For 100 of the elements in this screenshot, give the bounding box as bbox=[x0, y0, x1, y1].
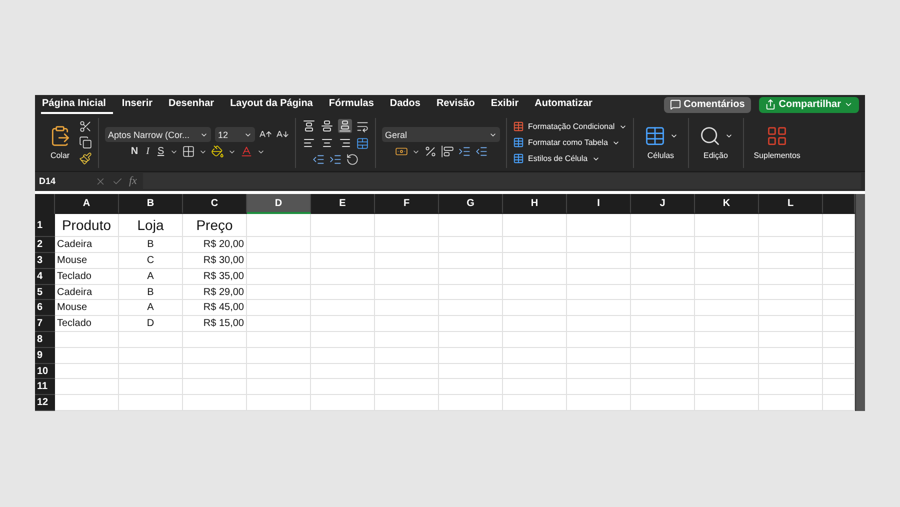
paintbrush-icon[interactable] bbox=[79, 152, 92, 166]
table-cell bbox=[119, 348, 183, 364]
row-header[interactable]: 9 bbox=[35, 348, 55, 364]
align-button[interactable] bbox=[338, 119, 352, 134]
number-format-field[interactable]: Geral bbox=[382, 127, 500, 142]
table-cell bbox=[311, 284, 375, 300]
confirm-icon[interactable] bbox=[112, 176, 123, 187]
table-cell bbox=[503, 284, 567, 300]
ribbon-tab[interactable]: Fórmulas bbox=[328, 95, 381, 114]
table-cell bbox=[759, 214, 823, 238]
borders-icon[interactable] bbox=[182, 145, 196, 158]
font-name-field[interactable]: Aptos Narrow (Cor... bbox=[105, 127, 211, 142]
column-header[interactable]: G bbox=[439, 194, 503, 214]
ribbon-tab[interactable]: Revisão bbox=[435, 95, 482, 114]
row-header[interactable]: 10 bbox=[35, 364, 55, 380]
table-cell bbox=[759, 300, 823, 316]
table-cell bbox=[247, 348, 311, 364]
ribbon-tab[interactable]: Dados bbox=[388, 95, 428, 114]
styles-menu-item[interactable]: Formatar como Tabela bbox=[513, 135, 620, 150]
decrease-decimal-icon[interactable] bbox=[474, 145, 488, 158]
row-header[interactable]: 3 bbox=[35, 253, 55, 269]
table-cell bbox=[119, 332, 183, 348]
font-color-icon[interactable] bbox=[240, 145, 254, 158]
table-cell bbox=[183, 379, 247, 396]
scroll-bar[interactable] bbox=[855, 194, 865, 411]
row-header[interactable]: 8 bbox=[35, 332, 55, 348]
table-cell: A bbox=[119, 268, 183, 285]
column-header[interactable] bbox=[823, 194, 855, 214]
add-ins-button[interactable]: Suplementos bbox=[750, 125, 804, 160]
table-cell bbox=[55, 395, 119, 411]
name-box[interactable]: D14 bbox=[39, 176, 89, 186]
row-header[interactable]: 12 bbox=[35, 395, 55, 411]
scissors-icon[interactable] bbox=[79, 120, 92, 134]
table-cell bbox=[631, 214, 695, 238]
paste-button[interactable]: Colar bbox=[45, 125, 75, 160]
cells-icon bbox=[644, 125, 666, 148]
table-cell bbox=[503, 268, 567, 285]
ribbon-tab[interactable]: Desenhar bbox=[168, 95, 222, 114]
cancel-icon[interactable] bbox=[95, 176, 106, 187]
table-cell bbox=[567, 237, 631, 254]
italic-button[interactable]: I bbox=[144, 146, 152, 158]
orientation-icon[interactable] bbox=[346, 153, 359, 166]
table-cell bbox=[119, 379, 183, 396]
row-header[interactable]: 6 bbox=[35, 300, 55, 316]
table-cell bbox=[375, 332, 439, 348]
row-header[interactable]: 4 bbox=[35, 268, 55, 285]
table-cell bbox=[375, 253, 439, 269]
table-cell bbox=[247, 237, 311, 254]
indent-increase-icon[interactable] bbox=[329, 153, 342, 166]
bold-button[interactable]: N bbox=[128, 146, 140, 158]
table-cell bbox=[567, 395, 631, 411]
column-header[interactable]: B bbox=[119, 194, 183, 214]
table-cell bbox=[247, 300, 311, 316]
formula-input[interactable] bbox=[142, 173, 861, 190]
ribbon-tab[interactable]: Automatizar bbox=[534, 95, 600, 114]
percent-icon[interactable] bbox=[424, 145, 436, 158]
ribbon-tab[interactable]: Exibir bbox=[490, 95, 526, 114]
table-cell bbox=[823, 379, 855, 396]
comments-button[interactable]: Comentários bbox=[664, 96, 751, 113]
clipboard-icon bbox=[49, 125, 71, 148]
column-header[interactable]: D bbox=[247, 194, 311, 214]
column-header[interactable]: F bbox=[375, 194, 439, 214]
table-cell bbox=[55, 332, 119, 348]
ribbon-tab[interactable]: Layout da Página bbox=[229, 95, 320, 114]
editing-button[interactable]: Edição bbox=[694, 125, 737, 160]
table-cell bbox=[823, 332, 855, 348]
increase-decimal-icon[interactable] bbox=[458, 145, 470, 158]
column-header[interactable]: L bbox=[759, 194, 823, 214]
indent-decrease-icon[interactable] bbox=[312, 153, 325, 166]
table-cell bbox=[311, 316, 375, 332]
row-header[interactable]: 2 bbox=[35, 237, 55, 254]
column-header[interactable]: H bbox=[503, 194, 567, 214]
copy-icon[interactable] bbox=[79, 136, 92, 150]
wrap-text-icon[interactable] bbox=[356, 120, 369, 133]
table-cell bbox=[695, 214, 759, 238]
grid-icon bbox=[766, 125, 788, 148]
column-header[interactable]: E bbox=[311, 194, 375, 214]
row-header[interactable]: 7 bbox=[35, 316, 55, 332]
function-label[interactable]: fx bbox=[129, 175, 137, 188]
row-header[interactable]: 1 bbox=[35, 214, 55, 238]
underline-button[interactable]: S bbox=[155, 146, 166, 158]
row-header[interactable]: 5 bbox=[35, 284, 55, 300]
search-icon bbox=[698, 125, 721, 148]
align-button[interactable] bbox=[302, 119, 316, 134]
styles-menu-item[interactable]: Estilos de Célula bbox=[513, 151, 600, 166]
merge-icon[interactable] bbox=[356, 136, 369, 150]
font-size-field[interactable]: 12 bbox=[215, 127, 255, 142]
table-cell bbox=[183, 348, 247, 364]
cells-button[interactable]: Células bbox=[640, 125, 682, 160]
ribbon-tab[interactable]: Inserir bbox=[120, 95, 160, 114]
column-header[interactable]: C bbox=[183, 194, 247, 214]
column-header[interactable]: A bbox=[55, 194, 119, 214]
align-button[interactable] bbox=[320, 119, 334, 134]
column-header[interactable]: J bbox=[631, 194, 695, 214]
share-button[interactable]: Compartilhar bbox=[758, 96, 859, 113]
fill-color-icon[interactable] bbox=[211, 145, 224, 158]
styles-menu-item[interactable]: Formatação Condicional bbox=[513, 119, 627, 134]
column-header[interactable]: I bbox=[567, 194, 631, 214]
row-header[interactable]: 11 bbox=[35, 379, 55, 396]
column-header[interactable]: K bbox=[695, 194, 759, 214]
